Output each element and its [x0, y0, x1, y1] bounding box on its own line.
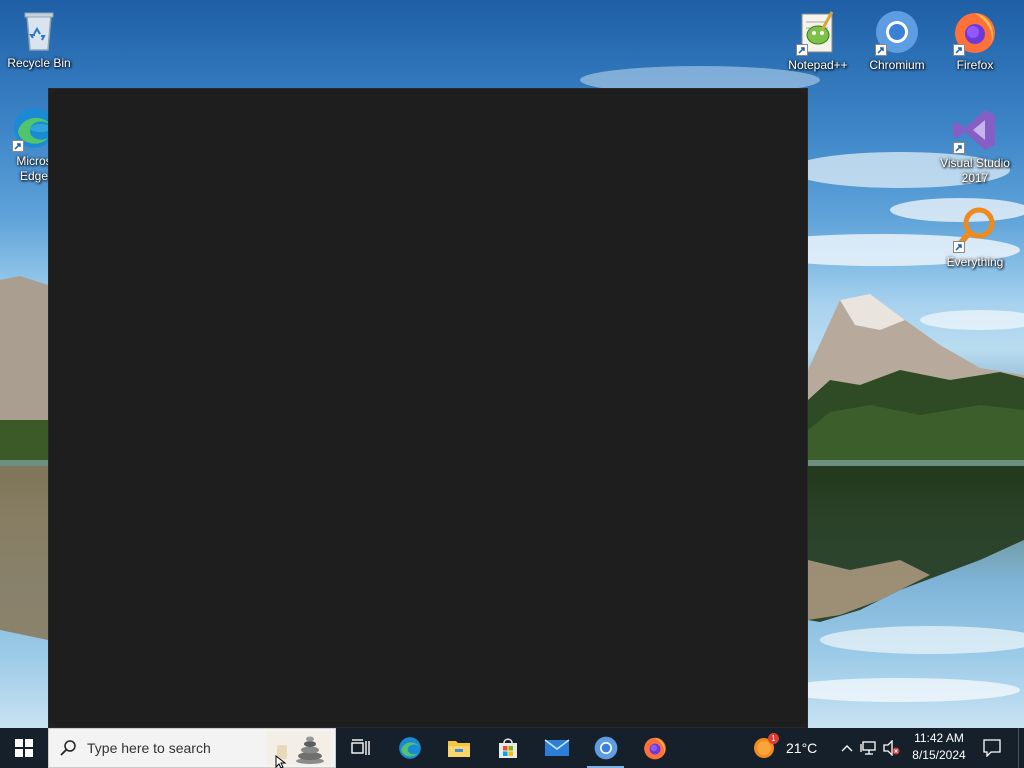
chevron-up-icon[interactable] [836, 728, 858, 768]
desktop-icon-label: Notepad++ [788, 58, 848, 72]
desktop-icon-notepadpp[interactable]: Notepad++ [780, 8, 856, 73]
weather-temperature: 21°C [786, 740, 818, 756]
search-input[interactable] [87, 740, 257, 756]
show-desktop-button[interactable] [1018, 728, 1024, 768]
taskbar-store[interactable] [483, 728, 532, 768]
shortcut-arrow-icon [12, 140, 24, 152]
desktop-icon-everything[interactable]: Everything [937, 205, 1013, 270]
desktop-icon-recycle-bin[interactable]: Recycle Bin [1, 6, 77, 71]
shortcut-arrow-icon [953, 142, 965, 154]
taskbar-edge[interactable] [385, 728, 434, 768]
file-explorer-icon [447, 741, 470, 757]
taskbar: 1 21°C 11:42 AM 8/15/2024 [0, 728, 1024, 768]
everything-icon [951, 205, 999, 253]
taskbar-task-view[interactable] [336, 728, 385, 768]
taskbar-mail[interactable] [532, 728, 581, 768]
desktop-icon-label: Recycle Bin [7, 56, 71, 70]
task-view-icon [350, 739, 370, 755]
network-icon[interactable] [858, 728, 880, 768]
firefox-icon [643, 737, 666, 760]
shortcut-arrow-icon [953, 44, 965, 56]
search-icon [49, 739, 87, 757]
desktop-icon-chromium[interactable]: Chromium [859, 8, 935, 73]
edge-icon [398, 737, 421, 759]
volume-muted-icon[interactable] [880, 728, 902, 768]
taskbar-chromium[interactable] [581, 728, 630, 768]
weather-badge: 1 [768, 733, 779, 744]
chromium-icon [873, 8, 921, 56]
clock-date: 8/15/2024 [912, 748, 966, 762]
start-button[interactable] [0, 728, 48, 768]
dark-application-window[interactable] [48, 88, 808, 728]
taskbar-clock[interactable]: 11:42 AM 8/15/2024 [906, 730, 972, 764]
notepadpp-icon [794, 8, 842, 56]
shortcut-arrow-icon [875, 44, 887, 56]
firefox-icon [951, 8, 999, 56]
action-center-button[interactable] [978, 728, 1006, 768]
chromium-icon [594, 736, 617, 760]
desktop-icon-firefox[interactable]: Firefox [937, 8, 1013, 73]
store-icon [498, 738, 517, 758]
desktop-icon-label: Everything [946, 255, 1004, 269]
desktop-icon-label: Visual Studio 2017 [940, 156, 1010, 185]
taskbar-weather-widget[interactable]: 1 21°C [752, 728, 817, 768]
desktop-icon-label: Firefox [956, 58, 994, 72]
windows-logo-icon [15, 739, 33, 757]
mouse-cursor-icon [275, 755, 287, 768]
weather-sun-icon: 1 [752, 733, 779, 760]
clock-time: 11:42 AM [914, 731, 964, 745]
visual-studio-icon [951, 106, 999, 154]
mail-icon [544, 739, 569, 756]
desktop-icon-visual-studio[interactable]: Visual Studio 2017 [937, 106, 1013, 186]
desktop-icon-label: Chromium [869, 58, 925, 72]
taskbar-file-explorer[interactable] [434, 728, 483, 768]
system-tray [836, 728, 902, 768]
shortcut-arrow-icon [796, 44, 808, 56]
taskbar-search-box[interactable] [48, 728, 336, 768]
taskbar-firefox[interactable] [630, 728, 679, 768]
notification-icon [983, 739, 1001, 757]
shortcut-arrow-icon [953, 241, 965, 253]
recycle-bin-icon [15, 6, 63, 54]
